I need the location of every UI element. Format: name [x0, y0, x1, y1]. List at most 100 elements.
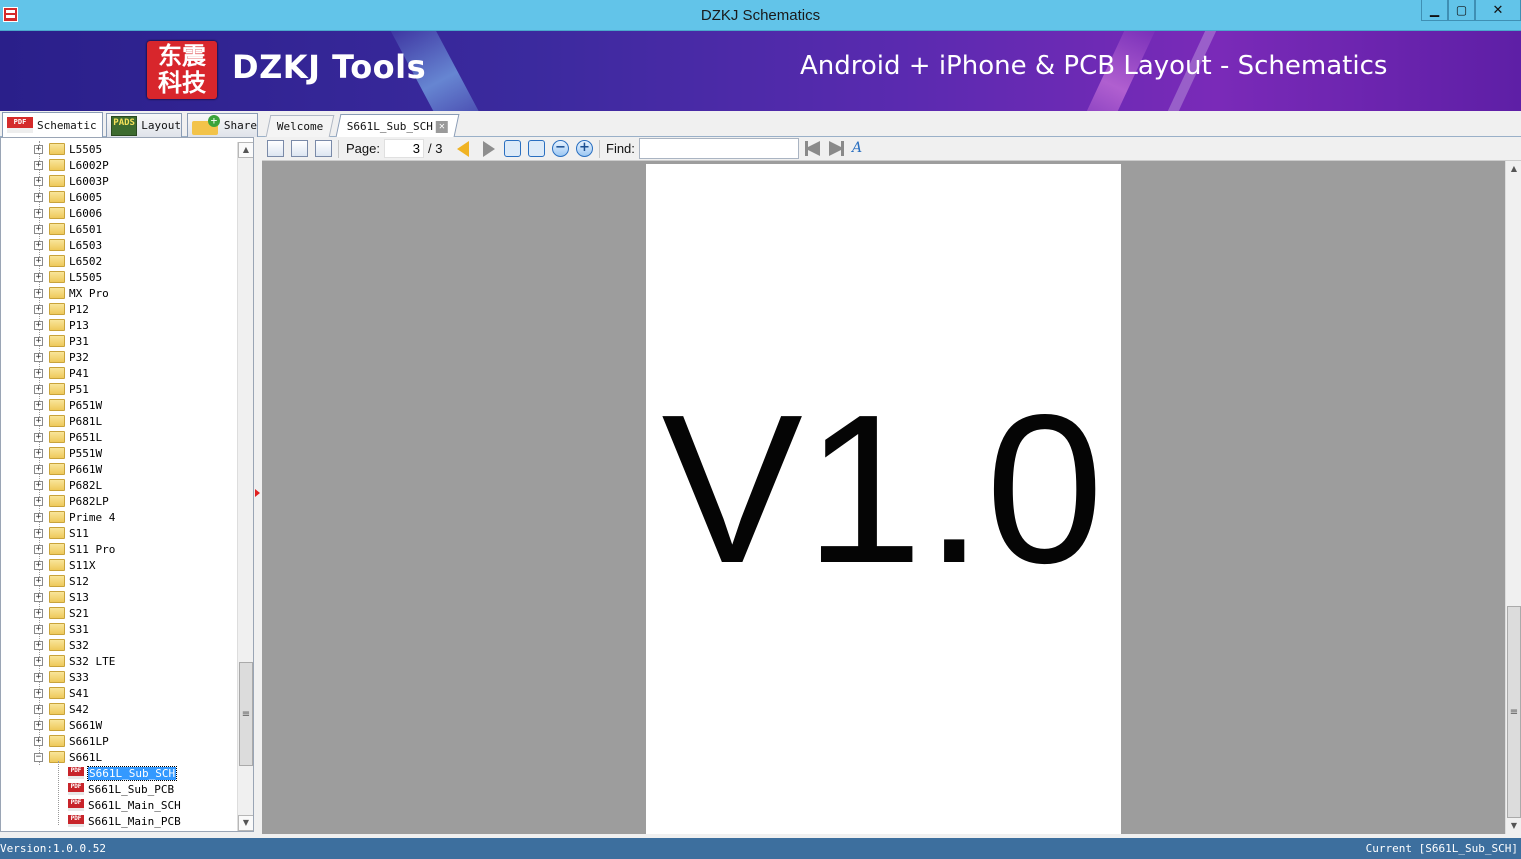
page-number-input[interactable]: 3 [384, 139, 424, 158]
scroll-up-arrow-icon[interactable]: ▲ [238, 142, 253, 158]
tree-folder[interactable]: + P51 [34, 381, 89, 397]
tab-document[interactable]: S661L_Sub_SCH ✕ [335, 114, 460, 137]
expand-icon[interactable]: + [34, 416, 43, 426]
tree-folder[interactable]: + S11 [34, 525, 89, 541]
tree-file[interactable]: PDF S661L_Sub_PCB [68, 781, 174, 797]
expand-icon[interactable]: + [34, 176, 43, 186]
tree-folder[interactable]: + P32 [34, 349, 89, 365]
expand-icon[interactable]: + [34, 144, 43, 154]
tree-folder[interactable]: + P651W [34, 397, 102, 413]
page-layout-icon[interactable] [315, 140, 332, 157]
scroll-up-arrow-icon[interactable]: ▲ [1506, 161, 1521, 177]
find-input[interactable] [639, 138, 799, 159]
expand-icon[interactable]: + [34, 528, 43, 538]
tab-share[interactable]: Share [187, 113, 258, 137]
tree-scrollbar[interactable]: ▲ ≡ ▼ [237, 142, 253, 831]
tree-folder[interactable]: + L5505 [34, 141, 102, 157]
zoom-in-icon[interactable]: + [576, 140, 593, 157]
scroll-down-arrow-icon[interactable]: ▼ [1506, 818, 1521, 834]
tab-schematic[interactable]: PDF Schematic [2, 112, 103, 137]
expand-icon[interactable]: + [34, 720, 43, 730]
tree-folder[interactable]: + S41 [34, 685, 89, 701]
tab-close-icon[interactable]: ✕ [435, 120, 448, 132]
tree-folder[interactable]: + S11X [34, 557, 96, 573]
expand-icon[interactable]: + [34, 368, 43, 378]
tree-folder[interactable]: + P681L [34, 413, 102, 429]
expand-icon[interactable]: + [34, 688, 43, 698]
next-page-icon[interactable] [483, 141, 495, 157]
tree-folder[interactable]: + L6501 [34, 221, 102, 237]
expand-icon[interactable]: + [34, 560, 43, 570]
tree-folder[interactable]: + P651L [34, 429, 102, 445]
expand-icon[interactable]: + [34, 656, 43, 666]
zoom-out-icon[interactable]: − [552, 140, 569, 157]
scroll-thumb[interactable]: ≡ [1507, 606, 1521, 818]
tree-folder[interactable]: + S661W [34, 717, 102, 733]
expand-icon[interactable]: + [34, 672, 43, 682]
tree-folder[interactable]: + L6005 [34, 189, 102, 205]
tree-folder[interactable]: + P12 [34, 301, 89, 317]
tree-folder[interactable]: + L5505 [34, 269, 102, 285]
expand-icon[interactable]: + [34, 736, 43, 746]
expand-icon[interactable]: + [34, 208, 43, 218]
expand-icon[interactable]: + [34, 640, 43, 650]
open-document-icon[interactable] [267, 140, 284, 157]
tree-file[interactable]: PDF S661L_Sub_SCH [68, 765, 178, 781]
scroll-down-arrow-icon[interactable]: ▼ [238, 815, 253, 831]
tree-file[interactable]: PDF S661L_Main_SCH [68, 797, 181, 813]
expand-icon[interactable]: + [34, 464, 43, 474]
expand-icon[interactable]: + [34, 352, 43, 362]
expand-icon[interactable]: + [34, 432, 43, 442]
expand-icon[interactable]: + [34, 576, 43, 586]
expand-icon[interactable]: + [34, 272, 43, 282]
tree-folder[interactable]: + P682L [34, 477, 102, 493]
expand-icon[interactable]: + [34, 624, 43, 634]
fit-page-icon[interactable] [528, 140, 545, 157]
tree-folder[interactable]: + S11 Pro [34, 541, 115, 557]
expand-icon[interactable]: + [34, 256, 43, 266]
collapse-arrow-icon[interactable] [255, 489, 260, 497]
tree-folder[interactable]: + P41 [34, 365, 89, 381]
expand-icon[interactable]: + [34, 288, 43, 298]
expand-icon[interactable]: + [34, 304, 43, 314]
expand-icon[interactable]: + [34, 480, 43, 490]
expand-icon[interactable]: + [34, 400, 43, 410]
expand-icon[interactable]: + [34, 496, 43, 506]
tree-file[interactable]: PDF S661L_Main_PCB [68, 813, 181, 829]
tree-folder[interactable]: + L6006 [34, 205, 102, 221]
tree-folder[interactable]: + L6003P [34, 173, 109, 189]
expand-icon[interactable]: + [34, 512, 43, 522]
tree-folder[interactable]: + P13 [34, 317, 89, 333]
close-button[interactable]: ✕ [1475, 0, 1521, 21]
tree-folder[interactable]: + Prime 4 [34, 509, 115, 525]
expand-icon[interactable]: + [34, 240, 43, 250]
tree-folder[interactable]: + S21 [34, 605, 89, 621]
expand-icon[interactable]: + [34, 704, 43, 714]
fit-width-icon[interactable] [504, 140, 521, 157]
expand-icon[interactable]: + [34, 160, 43, 170]
expand-icon[interactable]: + [34, 592, 43, 602]
tree-folder[interactable]: + S33 [34, 669, 89, 685]
expand-icon[interactable]: + [34, 320, 43, 330]
expand-icon[interactable]: + [34, 224, 43, 234]
tab-layout[interactable]: PADS Layout [106, 113, 182, 137]
copy-page-icon[interactable] [291, 140, 308, 157]
expand-icon[interactable]: + [34, 384, 43, 394]
tree-folder[interactable]: + L6502 [34, 253, 102, 269]
expand-icon[interactable]: + [34, 448, 43, 458]
tree-folder[interactable]: + S32 [34, 637, 89, 653]
expand-icon[interactable]: + [34, 544, 43, 554]
scroll-thumb[interactable]: ≡ [239, 662, 253, 766]
expand-icon[interactable]: + [34, 336, 43, 346]
collapse-icon[interactable]: − [34, 752, 43, 762]
tree-folder[interactable]: + S42 [34, 701, 89, 717]
tree-folder[interactable]: + S13 [34, 589, 89, 605]
tree-folder[interactable]: − S661L [34, 749, 102, 765]
tree-folder[interactable]: + P682LP [34, 493, 109, 509]
find-next-icon[interactable] [829, 141, 844, 156]
maximize-button[interactable]: ▢ [1448, 0, 1475, 21]
tree-folder[interactable]: + P661W [34, 461, 102, 477]
tree-folder[interactable]: + S31 [34, 621, 89, 637]
tree-folder[interactable]: + S12 [34, 573, 89, 589]
viewer-scrollbar[interactable]: ▲ ≡ ▼ [1505, 161, 1521, 834]
